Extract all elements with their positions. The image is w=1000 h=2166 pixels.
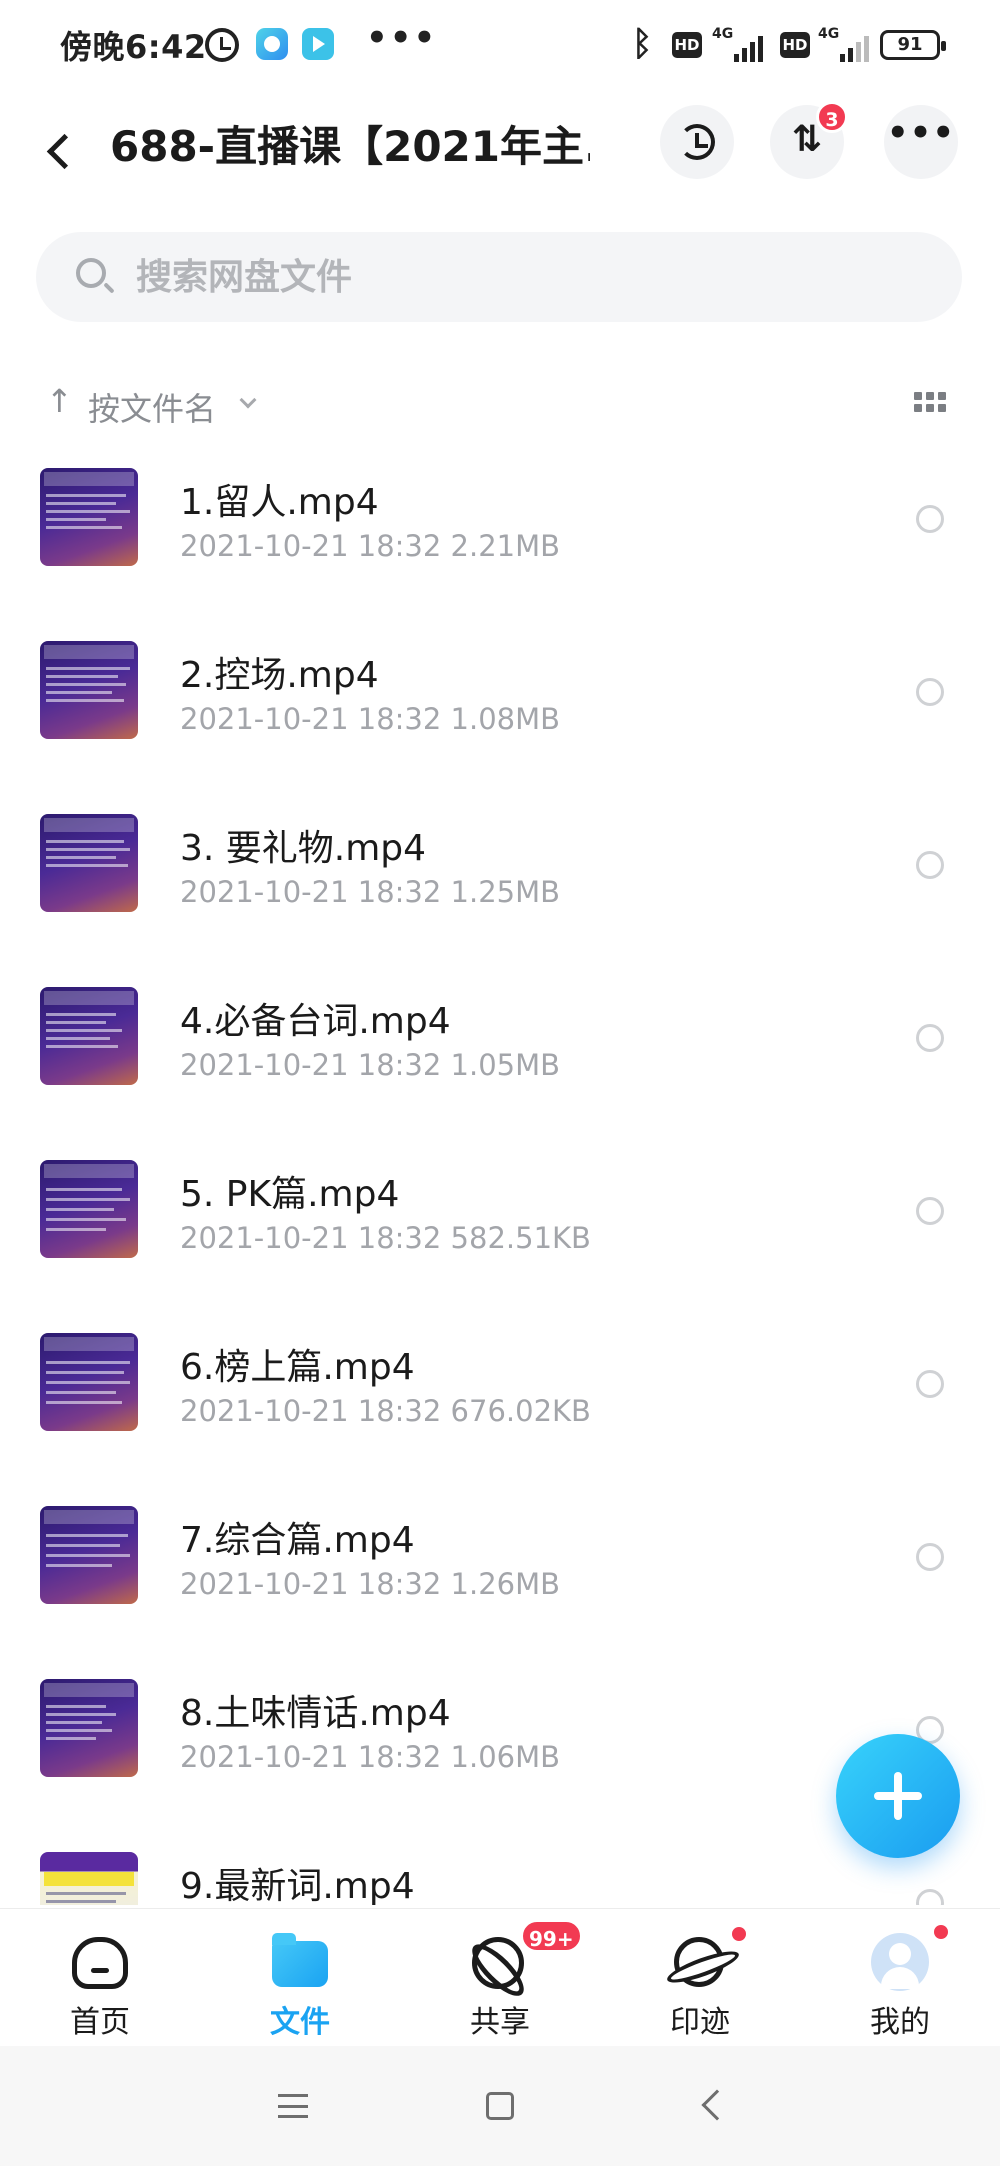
hd-icon: HD	[780, 32, 810, 58]
file-meta: 2021-10-21 18:32 1.05MB	[180, 1048, 561, 1082]
video-thumbnail	[40, 641, 138, 739]
network-type-label: 4G	[818, 26, 840, 42]
sort-direction-icon[interactable]: ↑	[46, 382, 73, 420]
video-thumbnail	[40, 1333, 138, 1431]
nav-label: 我的	[870, 2005, 930, 2040]
video-thumbnail	[40, 1852, 138, 1905]
back-icon[interactable]	[701, 2089, 733, 2121]
history-icon	[679, 124, 715, 160]
bluetooth-icon: ᛒ	[632, 24, 653, 64]
planet-icon	[674, 1937, 724, 1987]
select-radio[interactable]	[916, 1197, 944, 1225]
transfer-badge: 3	[816, 101, 848, 133]
video-thumbnail	[40, 1160, 138, 1258]
folder-icon	[272, 1933, 328, 1987]
more-notifications-icon: •••	[366, 18, 438, 58]
cloud-home-icon	[72, 1937, 128, 1989]
nav-item-home[interactable]: 首页	[0, 1909, 200, 2047]
file-list-item[interactable]: 1.留人.mp4 2021-10-21 18:32 2.21MB	[0, 455, 1000, 628]
nav-label: 印迹	[670, 2005, 730, 2040]
avatar-icon	[871, 1933, 929, 1991]
select-radio[interactable]	[916, 1370, 944, 1398]
share-badge: 99+	[520, 1919, 583, 1953]
nav-item-trace[interactable]: 印迹	[600, 1909, 800, 2047]
select-radio[interactable]	[916, 1024, 944, 1052]
system-nav-bar	[0, 2046, 1000, 2166]
file-meta: 2021-10-21 18:32 1.06MB	[180, 1740, 561, 1774]
nav-label: 共享	[470, 2005, 530, 2040]
signal-icon: 4G	[712, 26, 768, 62]
file-name: 8.土味情话.mp4	[180, 1693, 451, 1734]
status-bar: 傍晚6:42 ••• ᛒ HD 4G HD 4G 91	[0, 0, 1000, 92]
search-bar[interactable]	[36, 232, 962, 322]
file-name: 4.必备台词.mp4	[180, 1001, 451, 1042]
video-thumbnail	[40, 1679, 138, 1777]
file-list-item[interactable]: 9.最新词.mp4	[0, 1839, 1000, 1905]
history-button[interactable]	[660, 105, 734, 179]
file-name: 9.最新词.mp4	[180, 1866, 415, 1905]
more-options-button[interactable]: •••	[884, 105, 958, 179]
file-meta: 2021-10-21 18:32 676.02KB	[180, 1394, 591, 1428]
video-thumbnail	[40, 468, 138, 566]
transfer-button[interactable]: ⇅ 3	[770, 101, 848, 179]
file-list-item[interactable]: 4.必备台词.mp4 2021-10-21 18:32 1.05MB	[0, 974, 1000, 1147]
file-meta: 2021-10-21 18:32 582.51KB	[180, 1221, 591, 1255]
battery-icon: 91	[880, 30, 946, 60]
file-name: 5. PK篇.mp4	[180, 1174, 400, 1215]
file-meta: 2021-10-21 18:32 1.08MB	[180, 702, 561, 736]
add-button[interactable]	[836, 1734, 960, 1858]
file-list-item[interactable]: 7.综合篇.mp4 2021-10-21 18:32 1.26MB	[0, 1493, 1000, 1666]
grid-view-icon[interactable]	[914, 392, 946, 414]
chevron-down-icon[interactable]	[239, 391, 257, 409]
signal-icon: 4G	[818, 26, 874, 62]
file-name: 2.控场.mp4	[180, 655, 379, 696]
home-icon[interactable]	[486, 2092, 514, 2120]
header: 688-直播课【2021年主... ⇅ 3 •••	[0, 95, 1000, 205]
notification-dot	[932, 1923, 950, 1941]
video-app-notification-icon	[302, 28, 334, 60]
app-notification-icon	[256, 28, 288, 60]
file-list: 1.留人.mp4 2021-10-21 18:32 2.21MB 2.控场.mp…	[0, 455, 1000, 1905]
nav-item-share[interactable]: 99+ 共享	[400, 1909, 600, 2047]
file-name: 1.留人.mp4	[180, 482, 379, 523]
file-list-item[interactable]: 5. PK篇.mp4 2021-10-21 18:32 582.51KB	[0, 1147, 1000, 1320]
hd-icon: HD	[672, 32, 702, 58]
sort-by-name-button[interactable]: 按文件名	[88, 384, 216, 430]
file-name: 3. 要礼物.mp4	[180, 828, 427, 869]
search-icon	[76, 258, 106, 288]
select-radio[interactable]	[916, 851, 944, 879]
file-list-item[interactable]: 6.榜上篇.mp4 2021-10-21 18:32 676.02KB	[0, 1320, 1000, 1493]
select-radio[interactable]	[916, 1889, 944, 1905]
select-radio[interactable]	[916, 678, 944, 706]
video-thumbnail	[40, 987, 138, 1085]
notification-dot	[730, 1925, 748, 1943]
alarm-icon	[205, 28, 239, 62]
nav-item-me[interactable]: 我的	[800, 1909, 1000, 2047]
file-list-item[interactable]: 3. 要礼物.mp4 2021-10-21 18:32 1.25MB	[0, 801, 1000, 974]
page-title: 688-直播课【2021年主...	[110, 122, 590, 171]
nav-label: 文件	[270, 2005, 330, 2040]
more-icon: •••	[886, 113, 956, 153]
video-thumbnail	[40, 1506, 138, 1604]
nav-label: 首页	[70, 2005, 130, 2040]
file-name: 7.综合篇.mp4	[180, 1520, 415, 1561]
recent-apps-icon[interactable]	[278, 2094, 308, 2118]
status-time: 傍晚6:42	[60, 28, 207, 66]
network-type-label: 4G	[712, 26, 734, 42]
file-list-item[interactable]: 2.控场.mp4 2021-10-21 18:32 1.08MB	[0, 628, 1000, 801]
file-meta: 2021-10-21 18:32 2.21MB	[180, 529, 561, 563]
search-input[interactable]	[136, 232, 916, 322]
select-radio[interactable]	[916, 505, 944, 533]
video-thumbnail	[40, 814, 138, 912]
select-radio[interactable]	[916, 1543, 944, 1571]
sort-row: ↑ 按文件名	[0, 370, 1000, 440]
file-meta: 2021-10-21 18:32 1.25MB	[180, 875, 561, 909]
bottom-nav: 首页 文件 99+ 共享 印迹 我的	[0, 1908, 1000, 2046]
file-name: 6.榜上篇.mp4	[180, 1347, 415, 1388]
file-meta: 2021-10-21 18:32 1.26MB	[180, 1567, 561, 1601]
back-button[interactable]	[40, 121, 90, 181]
nav-item-files[interactable]: 文件	[200, 1909, 400, 2047]
